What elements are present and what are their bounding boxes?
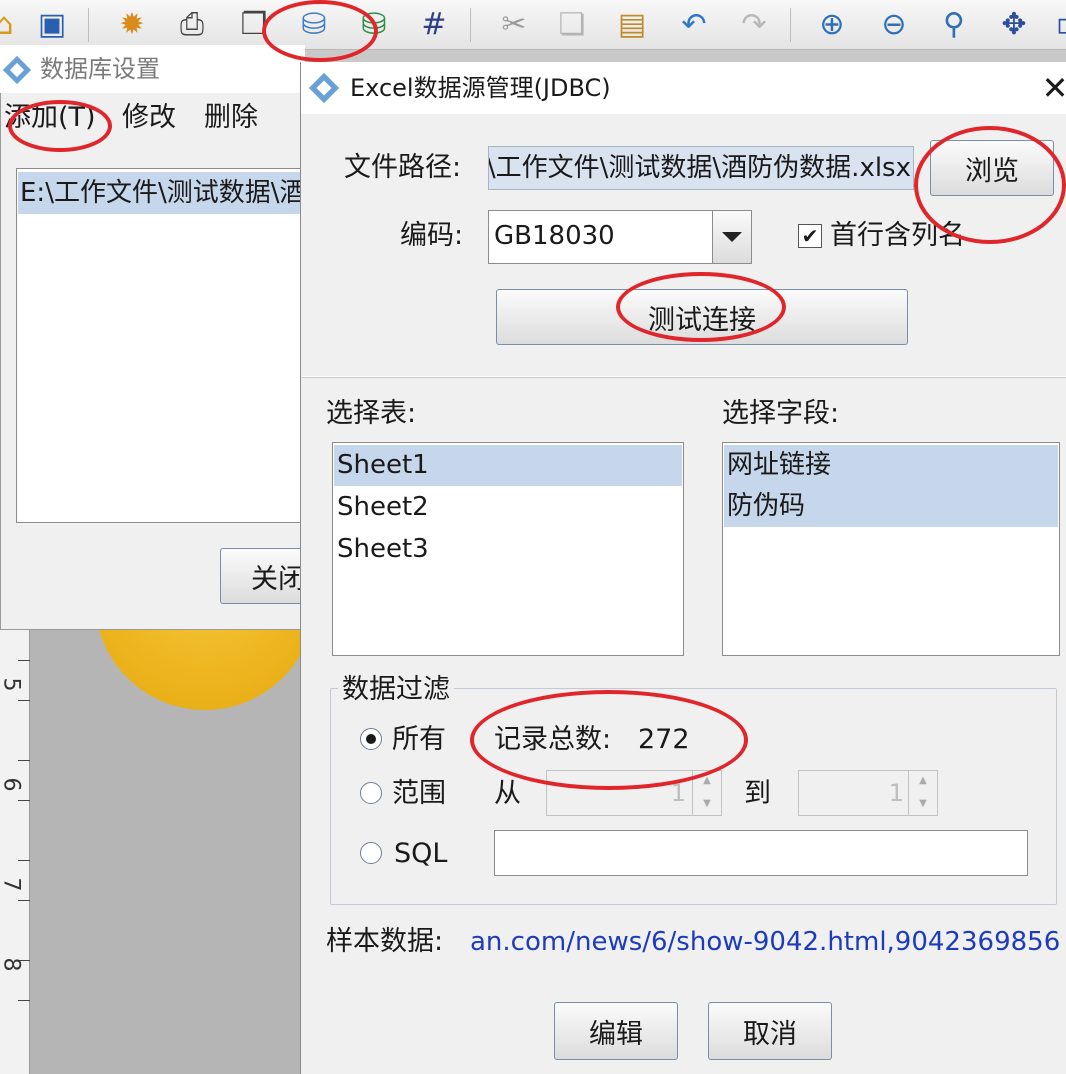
field-list-item[interactable]: 网址链接 (724, 445, 1058, 486)
section-divider (302, 376, 1066, 378)
ruler-tick (18, 660, 30, 661)
fit-page-icon[interactable]: ✥ (994, 6, 1034, 44)
toolbar-separator (790, 8, 791, 42)
fit-width-icon[interactable]: ▫ (1046, 6, 1066, 44)
annotation-circle (914, 126, 1066, 244)
database-settings-title: 数据库设置 (40, 55, 160, 83)
filter-range-radio[interactable] (360, 782, 382, 804)
annotation-circle (8, 100, 112, 152)
ruler-number: 7 (0, 877, 24, 892)
ruler-tick (18, 860, 30, 861)
close-icon[interactable]: ✕ (1040, 68, 1066, 108)
annotation-circle (616, 272, 786, 342)
home-icon[interactable]: ⌂ (0, 6, 24, 44)
ruler-number: 6 (0, 777, 24, 792)
excel-datasource-title: Excel数据源管理(JDBC) (350, 74, 611, 102)
radio-selected-dot (366, 734, 376, 744)
save-icon[interactable]: ▣ (32, 6, 72, 44)
file-path-value: E:\工作文件\测试数据\酒防伪数据.xlsx (488, 153, 911, 183)
range-to-label: 到 (744, 778, 771, 809)
encoding-label: 编码: (400, 220, 464, 251)
filter-sql-label: SQL (394, 838, 448, 869)
app-logo-icon (2, 55, 32, 85)
copy-icon[interactable]: ❏ (552, 6, 592, 44)
table-list-item[interactable]: Sheet3 (334, 529, 682, 570)
sql-input[interactable] (494, 830, 1028, 876)
redo-icon[interactable]: ↷ (734, 6, 774, 44)
print-icon[interactable]: ⎙ (172, 6, 212, 44)
select-table-label: 选择表: (326, 398, 417, 429)
chevron-down-icon (722, 232, 742, 242)
header-checkbox[interactable]: ✔ (798, 224, 822, 248)
sample-data-value: an.com/news/6/show-9042.html,90423698569… (470, 927, 1062, 957)
ruler-tick (18, 900, 30, 901)
filter-range-label: 范围 (392, 778, 446, 809)
app-logo-icon (308, 72, 340, 104)
ruler-tick (18, 800, 30, 801)
range-from-label: 从 (494, 778, 521, 809)
undo-icon[interactable]: ↶ (674, 6, 714, 44)
toolbar-separator (470, 8, 471, 42)
ruler-tick (18, 700, 30, 701)
table-list-item[interactable]: Sheet2 (334, 487, 682, 528)
sample-data-label: 样本数据: (326, 926, 444, 957)
datasource-list[interactable] (16, 168, 316, 523)
annotation-circle (262, 0, 378, 62)
table-list-item[interactable]: Sheet1 (334, 445, 682, 486)
file-path-label: 文件路径: (344, 152, 462, 183)
zoom-out-icon[interactable]: ⊖ (874, 6, 914, 44)
menu-delete[interactable]: 删除 (204, 100, 258, 136)
field-list-item[interactable]: 防伪码 (724, 486, 1058, 527)
cancel-button[interactable]: 取消 (708, 1002, 832, 1060)
spinner-up-icon[interactable]: ▲ (908, 770, 938, 793)
data-filter-title: 数据过滤 (338, 672, 454, 708)
filter-sql-radio[interactable] (360, 842, 382, 864)
paste-icon[interactable]: ▤ (612, 6, 652, 44)
ruler-number: 5 (0, 677, 24, 692)
gear-icon[interactable]: ✹ (112, 6, 152, 44)
edit-button[interactable]: 编辑 (554, 1002, 678, 1060)
grid-icon[interactable]: # (414, 6, 454, 44)
range-to-value: 1 (888, 779, 904, 807)
ruler-number: 8 (0, 957, 24, 972)
filter-all-label: 所有 (392, 724, 446, 755)
cut-icon[interactable]: ✂ (494, 6, 534, 44)
zoom-icon[interactable]: ⚲ (934, 6, 974, 44)
ruler-tick (18, 1000, 30, 1001)
encoding-value: GB18030 (494, 221, 615, 251)
ruler-tick (18, 760, 30, 761)
menu-edit[interactable]: 修改 (122, 100, 176, 136)
datasource-list-item[interactable]: E:\工作文件\测试数据\酒防伪数据.xlsx (18, 172, 308, 214)
zoom-in-icon[interactable]: ⊕ (812, 6, 852, 44)
annotation-circle (470, 690, 748, 790)
toolbar-separator (88, 8, 89, 42)
select-fields-label: 选择字段: (722, 398, 840, 429)
spinner-down-icon[interactable]: ▼ (908, 793, 938, 816)
file-path-field[interactable]: E:\工作文件\测试数据\酒防伪数据.xlsx (488, 146, 914, 190)
spinner-down-icon[interactable]: ▼ (692, 793, 722, 816)
